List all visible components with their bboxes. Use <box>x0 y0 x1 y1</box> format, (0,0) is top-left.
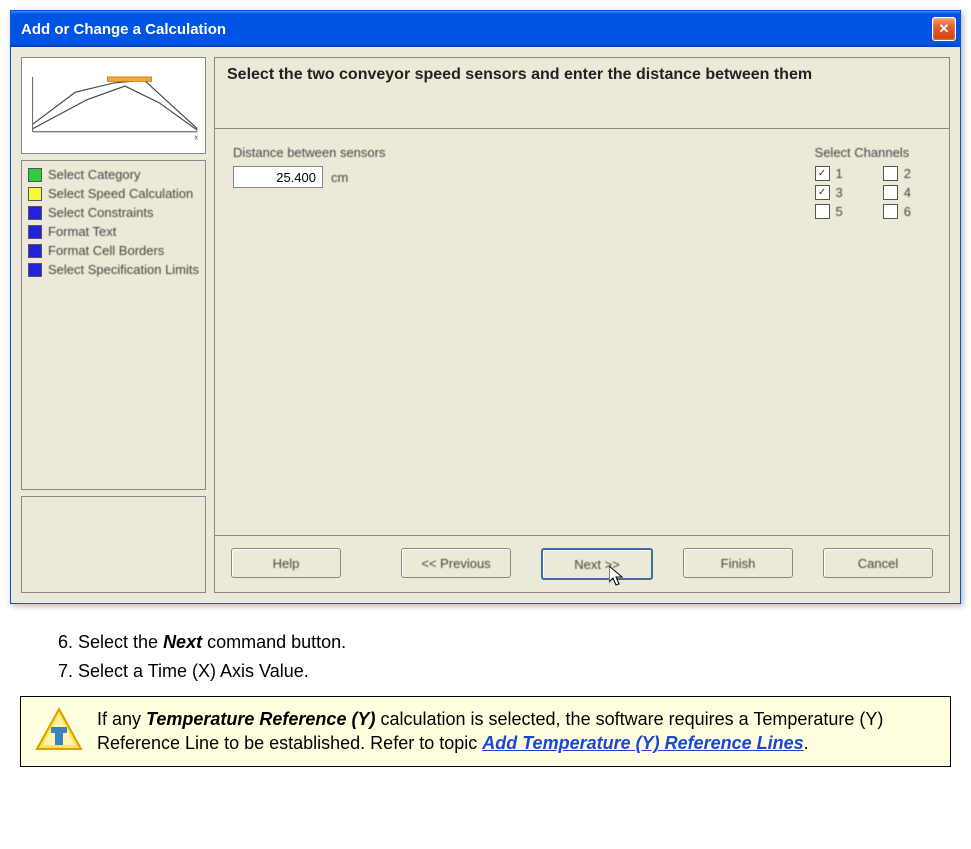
close-button[interactable]: ✕ <box>932 17 956 41</box>
instruction-steps: Select the Next command button. Select a… <box>10 632 961 682</box>
channel-6[interactable]: 6 <box>883 204 911 219</box>
note-text: If any Temperature Reference (Y) calcula… <box>97 707 936 756</box>
channel-number: 5 <box>836 204 843 219</box>
instruction-text: Select the two conveyor speed sensors an… <box>214 57 950 129</box>
tip-icon <box>35 707 83 755</box>
nav-item-format-cell-borders[interactable]: Format Cell Borders <box>28 241 199 260</box>
step-bold: Next <box>163 632 202 652</box>
checkbox-icon: ✓ <box>815 166 830 181</box>
nav-label: Select Speed Calculation <box>48 186 193 201</box>
swatch-icon <box>28 225 42 239</box>
checkbox-icon: ✓ <box>815 185 830 200</box>
nav-item-select-speed-calculation[interactable]: Select Speed Calculation <box>28 184 199 203</box>
channels-section: Select Channels ✓ 1 2 ✓ 3 <box>815 145 911 519</box>
channel-5[interactable]: 5 <box>815 204 843 219</box>
step-7: Select a Time (X) Axis Value. <box>78 661 921 682</box>
description-panel <box>21 496 206 593</box>
previous-button[interactable]: << Previous <box>401 548 511 578</box>
distance-unit: cm <box>331 170 348 185</box>
step-text: Select a Time (X) Axis Value. <box>78 661 309 681</box>
nav-label: Format Text <box>48 224 116 239</box>
close-icon: ✕ <box>939 21 950 37</box>
nav-label: Select Specification Limits <box>48 262 199 277</box>
channel-2[interactable]: 2 <box>883 166 911 181</box>
checkbox-icon <box>815 204 830 219</box>
step-text: command button. <box>202 632 346 652</box>
wizard-step-list: Select Category Select Speed Calculation… <box>21 160 206 490</box>
channel-3[interactable]: ✓ 3 <box>815 185 843 200</box>
checkbox-icon <box>883 185 898 200</box>
channel-4[interactable]: 4 <box>883 185 911 200</box>
swatch-icon <box>28 244 42 258</box>
right-column: Select the two conveyor speed sensors an… <box>214 57 950 593</box>
button-row: Help << Previous Next >> Finish Cancel <box>214 536 950 593</box>
nav-item-select-specification-limits[interactable]: Select Specification Limits <box>28 260 199 279</box>
channels-grid: ✓ 1 2 ✓ 3 4 <box>815 166 911 219</box>
note-bold: Temperature Reference (Y) <box>146 709 375 729</box>
tip-note: If any Temperature Reference (Y) calcula… <box>20 696 951 767</box>
channel-number: 4 <box>904 185 911 200</box>
distance-section: Distance between sensors cm <box>233 145 385 519</box>
finish-button[interactable]: Finish <box>683 548 793 578</box>
distance-input-row: cm <box>233 166 385 188</box>
swatch-icon <box>28 263 42 277</box>
chart-preview: x <box>21 57 206 154</box>
nav-item-select-constraints[interactable]: Select Constraints <box>28 203 199 222</box>
nav-label: Select Constraints <box>48 205 154 220</box>
dialog-title: Add or Change a Calculation <box>21 21 226 38</box>
preview-graphic: x <box>22 58 205 153</box>
calculation-dialog: Add or Change a Calculation ✕ x Select <box>10 10 961 604</box>
dialog-body: x Select Category Select Speed Calculati… <box>11 47 960 603</box>
swatch-icon <box>28 206 42 220</box>
checkbox-icon <box>883 204 898 219</box>
titlebar: Add or Change a Calculation ✕ <box>11 11 960 47</box>
nav-item-format-text[interactable]: Format Text <box>28 222 199 241</box>
channels-label: Select Channels <box>815 145 911 160</box>
nav-item-select-category[interactable]: Select Category <box>28 165 199 184</box>
help-button[interactable]: Help <box>231 548 341 578</box>
channel-1[interactable]: ✓ 1 <box>815 166 843 181</box>
channel-number: 2 <box>904 166 911 181</box>
channel-number: 3 <box>836 185 843 200</box>
distance-label: Distance between sensors <box>233 145 385 160</box>
cancel-button[interactable]: Cancel <box>823 548 933 578</box>
next-button[interactable]: Next >> <box>541 548 653 580</box>
channel-number: 6 <box>904 204 911 219</box>
content-panel: Distance between sensors cm Select Chann… <box>214 129 950 536</box>
nav-label: Select Category <box>48 167 141 182</box>
reference-link[interactable]: Add Temperature (Y) Reference Lines <box>482 733 803 753</box>
svg-text:x: x <box>194 132 198 141</box>
step-text: Select the <box>78 632 163 652</box>
left-column: x Select Category Select Speed Calculati… <box>21 57 206 593</box>
channel-number: 1 <box>836 166 843 181</box>
swatch-icon <box>28 187 42 201</box>
checkbox-icon <box>883 166 898 181</box>
swatch-icon <box>28 168 42 182</box>
distance-input[interactable] <box>233 166 323 188</box>
nav-label: Format Cell Borders <box>48 243 164 258</box>
step-6: Select the Next command button. <box>78 632 921 653</box>
note-part: . <box>804 733 809 753</box>
note-part: If any <box>97 709 146 729</box>
